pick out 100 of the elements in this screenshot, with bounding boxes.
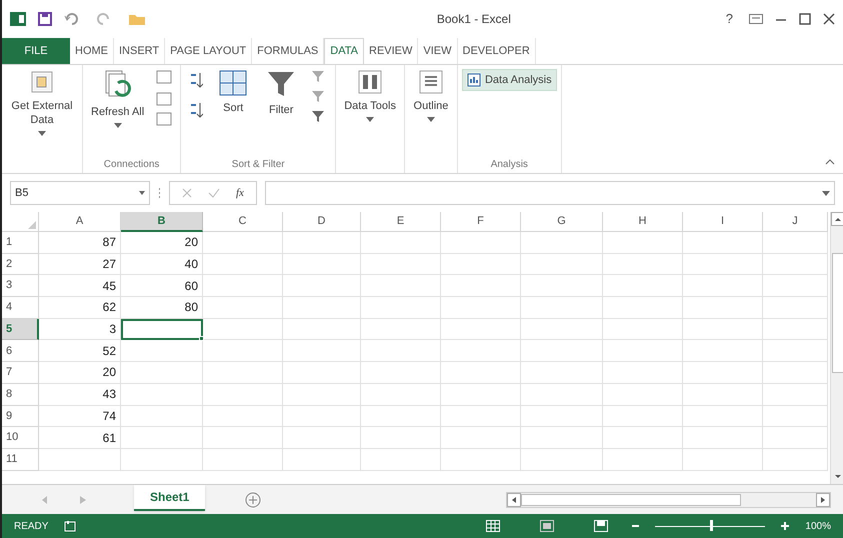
table-cell[interactable] <box>603 318 683 340</box>
scroll-right-icon[interactable] <box>816 492 830 506</box>
macro-record-icon[interactable] <box>64 520 76 532</box>
table-cell[interactable] <box>683 318 763 340</box>
table-cell[interactable] <box>763 362 828 384</box>
collapse-ribbon-icon[interactable] <box>825 159 835 165</box>
table-cell[interactable] <box>283 232 361 254</box>
row-header[interactable]: 10 <box>2 427 39 449</box>
table-cell[interactable] <box>203 362 283 384</box>
row-header[interactable]: 8 <box>2 384 39 406</box>
data-analysis-button[interactable]: Data Analysis <box>462 69 557 91</box>
file-tab[interactable]: FILE <box>2 38 70 64</box>
ribbon-button[interactable]: Filter <box>259 65 304 117</box>
table-cell[interactable] <box>203 427 283 449</box>
table-cell[interactable] <box>361 254 441 276</box>
table-cell[interactable]: 74 <box>39 406 121 428</box>
ribbon-button[interactable]: Refresh All <box>87 65 148 129</box>
column-header[interactable]: J <box>763 212 828 232</box>
row-header[interactable]: 5 <box>2 318 39 340</box>
table-cell[interactable] <box>283 448 361 471</box>
table-cell[interactable] <box>121 448 203 471</box>
table-cell[interactable] <box>683 275 763 298</box>
cancel-icon[interactable] <box>182 188 192 198</box>
table-cell[interactable]: 20 <box>39 362 121 384</box>
table-cell[interactable] <box>763 318 828 340</box>
ribbon-button[interactable]: Outline <box>408 65 453 123</box>
table-cell[interactable] <box>121 362 203 384</box>
table-cell[interactable]: 80 <box>121 297 203 319</box>
table-cell[interactable] <box>203 254 283 276</box>
table-cell[interactable] <box>683 340 763 362</box>
table-cell[interactable] <box>521 384 603 406</box>
help-button[interactable]: ? <box>722 9 737 29</box>
table-cell[interactable] <box>763 254 828 276</box>
table-cell[interactable] <box>763 297 828 319</box>
scroll-left-icon[interactable] <box>507 492 521 506</box>
table-cell[interactable] <box>283 406 361 428</box>
table-cell[interactable] <box>39 448 121 471</box>
table-cell[interactable] <box>441 340 521 362</box>
table-cell[interactable] <box>361 448 441 471</box>
table-cell[interactable] <box>603 448 683 471</box>
table-cell[interactable] <box>441 448 521 471</box>
table-cell[interactable] <box>203 275 283 298</box>
table-cell[interactable] <box>361 406 441 428</box>
column-header[interactable]: C <box>203 212 283 232</box>
table-cell[interactable] <box>683 297 763 319</box>
table-cell[interactable] <box>361 318 441 340</box>
ribbon-button[interactable]: Data Tools <box>340 65 400 123</box>
scroll-thumb[interactable] <box>521 494 741 506</box>
table-cell[interactable] <box>521 427 603 449</box>
table-cell[interactable] <box>521 448 603 471</box>
table-cell[interactable] <box>283 275 361 298</box>
expand-caret-icon[interactable] <box>822 190 830 196</box>
table-cell[interactable] <box>203 340 283 362</box>
table-cell[interactable] <box>521 297 603 319</box>
table-cell[interactable] <box>441 318 521 340</box>
table-cell[interactable] <box>603 254 683 276</box>
table-cell[interactable] <box>283 318 361 340</box>
table-cell[interactable] <box>121 406 203 428</box>
table-cell[interactable] <box>521 362 603 384</box>
vertical-scrollbar[interactable] <box>830 212 843 484</box>
table-cell[interactable] <box>521 232 603 254</box>
table-cell[interactable]: 40 <box>121 254 203 276</box>
table-cell[interactable] <box>603 340 683 362</box>
table-cell[interactable] <box>763 384 828 406</box>
table-cell[interactable] <box>203 232 283 254</box>
maximize-icon[interactable] <box>799 13 811 25</box>
fill-handle[interactable] <box>199 336 204 342</box>
select-all-corner[interactable] <box>2 212 39 232</box>
table-cell[interactable] <box>441 254 521 276</box>
table-cell[interactable] <box>603 406 683 428</box>
insert-function-button[interactable]: fx <box>236 184 244 202</box>
table-cell[interactable] <box>283 384 361 406</box>
table-cell[interactable]: 61 <box>39 427 121 449</box>
column-header[interactable]: G <box>521 212 603 232</box>
table-cell[interactable]: 20 <box>121 232 203 254</box>
table-cell[interactable]: 45 <box>39 275 121 298</box>
checkmark-icon[interactable] <box>208 188 220 198</box>
zoom-in-icon[interactable] <box>781 522 790 530</box>
column-header[interactable]: H <box>603 212 683 232</box>
table-cell[interactable] <box>441 362 521 384</box>
table-cell[interactable] <box>283 427 361 449</box>
table-cell[interactable] <box>763 275 828 298</box>
horizontal-scrollbar[interactable] <box>506 492 831 508</box>
scroll-thumb[interactable] <box>832 253 843 373</box>
active-cell[interactable] <box>121 318 203 340</box>
table-cell[interactable] <box>683 254 763 276</box>
table-cell[interactable]: 43 <box>39 384 121 406</box>
row-header[interactable]: 11 <box>2 448 39 471</box>
table-cell[interactable] <box>361 384 441 406</box>
column-header[interactable]: B <box>121 212 203 232</box>
ribbon-tab[interactable]: DATA <box>324 38 364 64</box>
table-cell[interactable] <box>441 297 521 319</box>
dropdown-caret-icon[interactable] <box>139 191 145 195</box>
zoom-slider-thumb[interactable] <box>710 520 714 531</box>
table-cell[interactable] <box>121 384 203 406</box>
table-cell[interactable] <box>203 318 283 340</box>
table-cell[interactable] <box>121 340 203 362</box>
column-header[interactable]: F <box>441 212 521 232</box>
table-cell[interactable] <box>283 362 361 384</box>
zoom-slider[interactable] <box>655 520 766 532</box>
